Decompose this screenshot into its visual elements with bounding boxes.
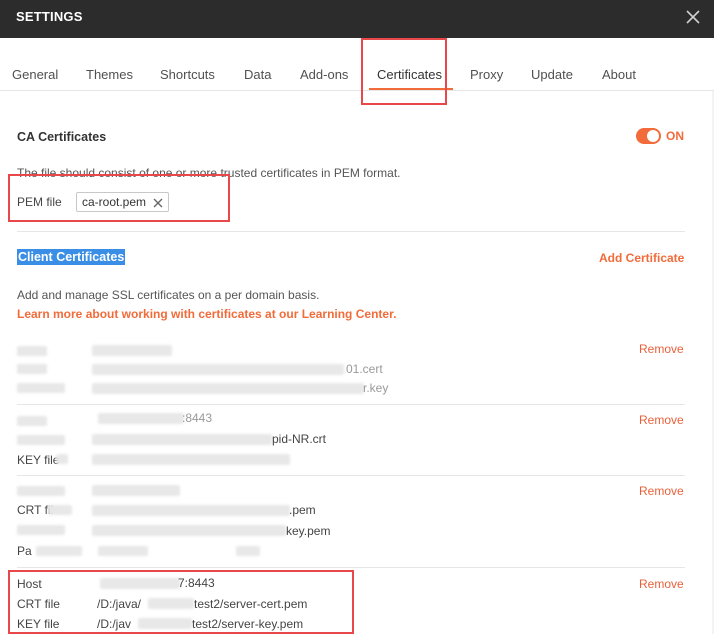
- key-file-label: KEY file: [17, 453, 60, 467]
- redacted-text: [17, 383, 65, 393]
- remove-certificate-button[interactable]: Remove: [639, 413, 684, 427]
- redacted-text: [236, 546, 260, 556]
- redacted-text: [56, 454, 68, 464]
- ca-toggle-label: ON: [666, 129, 684, 143]
- learning-center-link[interactable]: Learn more about working with certificat…: [17, 307, 396, 321]
- redacted-text: [92, 485, 180, 496]
- passphrase-label: Pa: [17, 544, 32, 558]
- redacted-text: [36, 546, 82, 556]
- title-bar: SETTINGS: [0, 0, 714, 38]
- redacted-text: [92, 383, 364, 394]
- redacted-text: [98, 546, 148, 556]
- window-title: SETTINGS: [16, 9, 83, 24]
- redacted-text: [17, 435, 65, 445]
- redacted-text: [92, 454, 290, 465]
- remove-certificate-button[interactable]: Remove: [639, 577, 684, 591]
- tab-add-ons[interactable]: Add-ons: [300, 67, 348, 82]
- redacted-text: [17, 346, 47, 356]
- redacted-fragment: .pem: [289, 503, 316, 517]
- tab-about[interactable]: About: [602, 67, 636, 82]
- client-certificates-title: Client Certificates: [17, 249, 126, 265]
- entry-divider: [17, 567, 685, 568]
- redacted-text: [17, 525, 65, 535]
- ca-certificates-title: CA Certificates: [17, 130, 107, 144]
- highlight-box-last-certificate: [8, 570, 354, 634]
- redacted-text: [92, 525, 286, 536]
- ca-certificates-toggle[interactable]: [636, 128, 661, 144]
- redacted-text: [17, 486, 65, 496]
- tab-proxy[interactable]: Proxy: [470, 67, 503, 82]
- client-description: Add and manage SSL certificates on a per…: [17, 288, 320, 302]
- redacted-text: [92, 364, 344, 375]
- tab-shortcuts[interactable]: Shortcuts: [160, 67, 215, 82]
- tab-update[interactable]: Update: [531, 67, 573, 82]
- redacted-fragment: key.pem: [286, 524, 331, 538]
- redacted-fragment: r.key: [363, 381, 389, 395]
- redacted-text: [98, 413, 184, 424]
- highlight-box-pem-file: [8, 174, 230, 222]
- redacted-text: [48, 505, 72, 515]
- tab-data[interactable]: Data: [244, 67, 271, 82]
- redacted-text: [17, 416, 47, 426]
- redacted-fragment: 01.cert: [346, 362, 383, 376]
- redacted-text: [92, 434, 272, 445]
- entry-divider: [17, 404, 685, 405]
- redacted-text: [17, 364, 47, 374]
- close-icon[interactable]: [682, 6, 704, 28]
- tab-general[interactable]: General: [12, 67, 58, 82]
- tab-bar: General Themes Shortcuts Data Add-ons Ce…: [0, 38, 714, 91]
- tab-themes[interactable]: Themes: [86, 67, 133, 82]
- section-divider: [17, 231, 685, 232]
- add-certificate-button[interactable]: Add Certificate: [599, 251, 684, 265]
- entry-divider: [17, 475, 685, 476]
- redacted-text: [92, 505, 290, 516]
- redacted-fragment: pid-NR.crt: [272, 432, 327, 446]
- remove-certificate-button[interactable]: Remove: [639, 342, 684, 356]
- remove-certificate-button[interactable]: Remove: [639, 484, 684, 498]
- redacted-text: [92, 345, 172, 356]
- toggle-knob: [647, 130, 659, 142]
- highlight-box-certificates-tab: [361, 38, 447, 105]
- redacted-fragment: :8443: [182, 411, 213, 425]
